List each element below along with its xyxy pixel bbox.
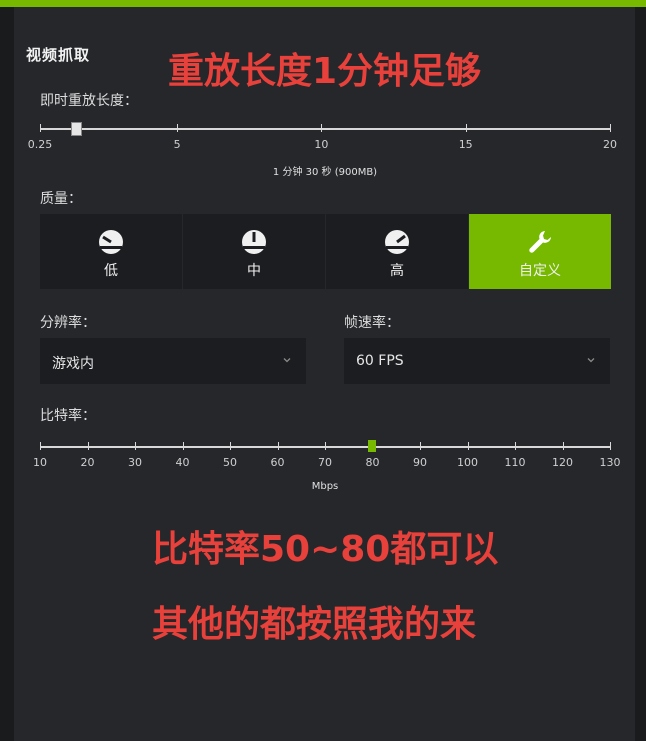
bitrate-slider-tick-label: 110 bbox=[504, 456, 526, 469]
resolution-select[interactable]: 游戏内 bbox=[40, 338, 306, 384]
bitrate-slider-tick bbox=[230, 442, 231, 450]
overlay-annotation-3: 其他的都按照我的来 bbox=[152, 604, 477, 645]
bitrate-slider-tick bbox=[562, 442, 564, 450]
replay-length-caption: 1 分钟 30 秒 (900MB) bbox=[272, 167, 378, 178]
bitrate-slider-tick-label: 70 bbox=[318, 456, 332, 469]
quality-label: 质量： bbox=[40, 191, 82, 207]
replay-slider-tick-label: 5 bbox=[173, 138, 181, 151]
bitrate-slider-tick-label: 40 bbox=[175, 456, 190, 469]
quality-button-mid[interactable]: 中 bbox=[183, 214, 325, 289]
replay-length-slider[interactable]: 0.25 5 10 15 20 bbox=[28, 118, 617, 158]
chevron-down-icon bbox=[587, 358, 595, 363]
replay-slider-tick bbox=[321, 124, 323, 132]
bitrate-slider-tick bbox=[277, 442, 279, 450]
bitrate-slider-tick-label: 10 bbox=[33, 456, 47, 469]
quality-label-custom: 自定义 bbox=[519, 263, 561, 279]
bitrate-slider-tick-label: 80 bbox=[365, 456, 380, 469]
replay-slider-track[interactable] bbox=[40, 128, 610, 130]
quality-button-low[interactable]: 低 bbox=[40, 214, 182, 289]
quality-label-mid: 中 bbox=[247, 263, 261, 279]
quality-label-low: 低 bbox=[104, 263, 118, 279]
bitrate-slider-tick bbox=[610, 442, 611, 450]
replay-slider-tick-label: 10 bbox=[314, 138, 329, 151]
replay-length-label: 即时重放长度： bbox=[40, 93, 138, 109]
bitrate-unit: Mbps bbox=[311, 481, 339, 492]
bitrate-slider-tick-label: 120 bbox=[552, 456, 573, 469]
quality-button-high[interactable]: 高 bbox=[326, 214, 468, 289]
replay-slider-tick-label: 15 bbox=[458, 138, 473, 151]
replay-slider-tick bbox=[40, 124, 41, 132]
bitrate-slider-tick-label: 130 bbox=[599, 456, 621, 469]
bitrate-slider-tick bbox=[420, 442, 421, 450]
bitrate-slider-tick-label: 50 bbox=[223, 456, 237, 469]
bitrate-slider-handle[interactable] bbox=[367, 440, 376, 452]
resolution-value: 游戏内 bbox=[52, 356, 94, 372]
replay-slider-tick-label: 20 bbox=[603, 138, 617, 151]
bitrate-label: 比特率： bbox=[40, 408, 96, 424]
bitrate-slider-tick bbox=[325, 442, 326, 450]
bitrate-slider-tick bbox=[87, 442, 89, 450]
bitrate-slider-tick bbox=[515, 442, 516, 450]
bitrate-slider-tick bbox=[135, 442, 136, 450]
replay-slider-handle[interactable] bbox=[71, 122, 83, 136]
section-title: 视频抓取 bbox=[26, 46, 91, 64]
top-accent-bar bbox=[0, 0, 646, 7]
bitrate-slider-tick-label: 90 bbox=[413, 456, 427, 469]
replay-slider-tick bbox=[177, 124, 179, 132]
replay-slider-tick-label: 0.25 bbox=[27, 138, 53, 151]
bitrate-slider-tick-label: 30 bbox=[128, 456, 142, 469]
framerate-value: 60 FPS bbox=[356, 353, 404, 369]
replay-slider-tick bbox=[465, 124, 467, 132]
overlay-annotation-2: 比特率50~80都可以 bbox=[152, 529, 499, 570]
bitrate-slider-tick-label: 20 bbox=[80, 456, 95, 469]
gauge-high-icon bbox=[385, 230, 409, 254]
gauge-mid-icon bbox=[242, 230, 266, 254]
bitrate-slider[interactable]: 10 20 30 40 50 60 70 80 90 100 110 120 130 bbox=[33, 436, 621, 476]
quality-button-custom[interactable]: 自定义 bbox=[469, 214, 611, 289]
gauge-low-icon bbox=[99, 230, 123, 254]
framerate-label: 帧速率： bbox=[344, 315, 400, 331]
bitrate-slider-tick bbox=[467, 442, 469, 450]
replay-slider-tick bbox=[610, 124, 611, 132]
overlay-annotation-1: 重放长度1分钟足够 bbox=[168, 51, 482, 92]
framerate-select[interactable]: 60 FPS bbox=[344, 338, 610, 384]
resolution-label: 分辨率： bbox=[40, 315, 96, 331]
chevron-down-icon bbox=[283, 358, 291, 363]
bitrate-slider-tick-label: 60 bbox=[270, 456, 285, 469]
bitrate-slider-tick bbox=[40, 442, 41, 450]
bitrate-slider-tick bbox=[182, 442, 184, 450]
wrench-icon bbox=[529, 231, 551, 253]
bitrate-slider-tick-label: 100 bbox=[457, 456, 478, 469]
quality-label-high: 高 bbox=[390, 263, 404, 279]
